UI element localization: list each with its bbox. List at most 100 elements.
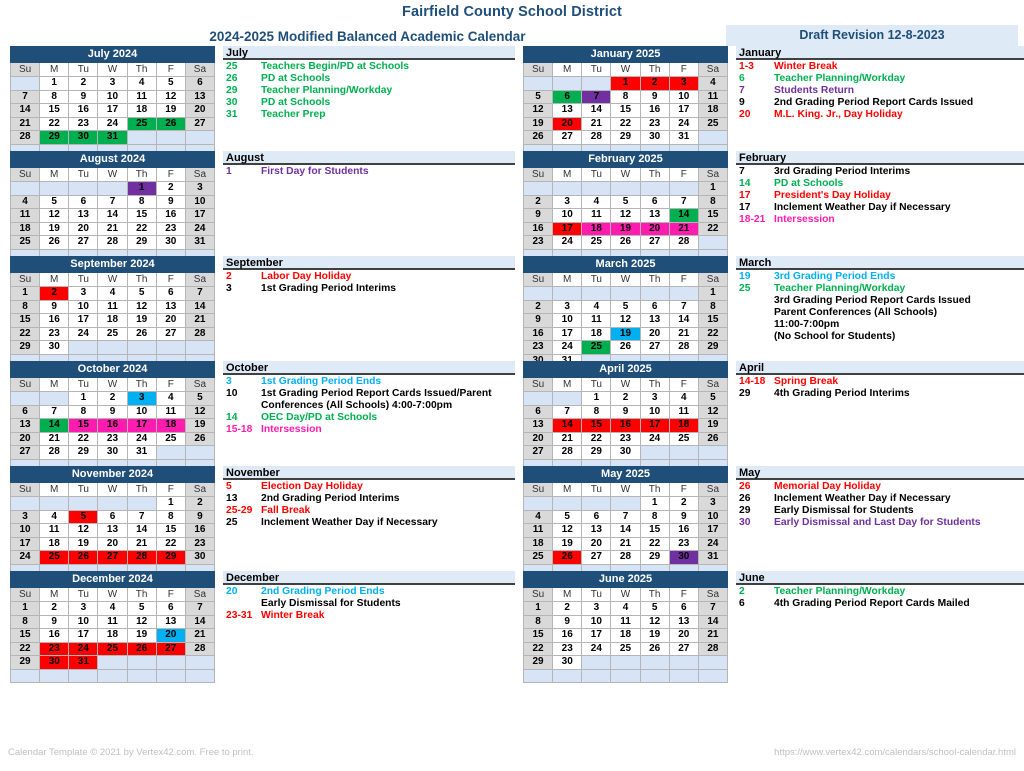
day-cell[interactable]: 5 <box>610 194 641 209</box>
day-cell[interactable]: 2 <box>184 496 216 511</box>
day-cell[interactable]: 14 <box>126 523 157 538</box>
day-cell[interactable]: 27 <box>639 340 670 355</box>
day-cell[interactable]: 6 <box>639 299 670 314</box>
day-cell[interactable]: 3 <box>552 194 583 209</box>
day-cell[interactable]: 3 <box>552 299 583 314</box>
day-cell[interactable]: 4 <box>97 286 128 301</box>
day-cell[interactable]: 17 <box>126 418 157 433</box>
day-cell[interactable]: 15 <box>126 208 157 223</box>
day-cell[interactable]: 13 <box>155 614 186 629</box>
day-cell[interactable]: 20 <box>581 536 612 551</box>
day-cell[interactable]: 19 <box>639 628 670 643</box>
day-cell[interactable]: 27 <box>522 445 554 460</box>
day-cell[interactable]: 12 <box>184 404 216 419</box>
day-cell[interactable]: 30 <box>639 130 670 145</box>
day-cell[interactable]: 25 <box>581 235 612 250</box>
day-cell[interactable]: 31 <box>184 235 216 250</box>
day-cell[interactable]: 21 <box>9 116 41 131</box>
day-cell[interactable]: 18 <box>97 628 128 643</box>
day-cell[interactable]: 29 <box>39 130 70 145</box>
day-cell[interactable]: 18 <box>155 418 186 433</box>
day-cell[interactable]: 19 <box>552 536 583 551</box>
day-cell[interactable]: 26 <box>522 130 554 145</box>
day-cell[interactable]: 18 <box>668 418 699 433</box>
day-cell[interactable]: 15 <box>581 418 612 433</box>
day-cell[interactable]: 16 <box>155 208 186 223</box>
day-cell[interactable]: 21 <box>697 628 729 643</box>
day-cell[interactable]: 2 <box>39 286 70 301</box>
day-cell[interactable]: 5 <box>39 194 70 209</box>
day-cell[interactable]: 8 <box>9 614 41 629</box>
day-cell[interactable]: 2 <box>97 391 128 406</box>
day-cell[interactable]: 3 <box>68 286 99 301</box>
day-cell[interactable]: 18 <box>610 628 641 643</box>
day-cell[interactable]: 10 <box>552 313 583 328</box>
day-cell[interactable]: 9 <box>155 194 186 209</box>
day-cell[interactable]: 24 <box>9 550 41 565</box>
day-cell[interactable]: 8 <box>39 89 70 104</box>
day-cell[interactable]: 22 <box>9 326 41 341</box>
day-cell[interactable]: 1 <box>697 181 729 196</box>
day-cell[interactable]: 11 <box>522 523 554 538</box>
day-cell[interactable]: 12 <box>639 614 670 629</box>
day-cell[interactable]: 14 <box>39 418 70 433</box>
day-cell[interactable]: 31 <box>68 655 99 670</box>
day-cell[interactable]: 4 <box>581 299 612 314</box>
day-cell[interactable]: 19 <box>610 326 641 341</box>
day-cell[interactable]: 30 <box>552 655 583 670</box>
day-cell[interactable]: 11 <box>9 208 41 223</box>
day-cell[interactable]: 27 <box>9 445 41 460</box>
day-cell[interactable]: 13 <box>639 313 670 328</box>
day-cell[interactable]: 19 <box>68 536 99 551</box>
day-cell[interactable]: 14 <box>668 208 699 223</box>
day-cell[interactable]: 19 <box>184 418 216 433</box>
day-cell[interactable]: 20 <box>639 221 670 236</box>
day-cell[interactable]: 20 <box>155 313 186 328</box>
day-cell[interactable]: 23 <box>39 326 70 341</box>
day-cell[interactable]: 4 <box>9 194 41 209</box>
day-cell[interactable]: 29 <box>9 655 41 670</box>
day-cell[interactable]: 9 <box>522 208 554 223</box>
day-cell[interactable]: 21 <box>668 326 699 341</box>
day-cell[interactable]: 30 <box>155 235 186 250</box>
day-cell[interactable]: 23 <box>668 536 699 551</box>
day-cell[interactable]: 6 <box>184 76 216 91</box>
day-cell[interactable]: 1 <box>522 601 554 616</box>
day-cell[interactable]: 19 <box>126 313 157 328</box>
day-cell[interactable]: 26 <box>68 550 99 565</box>
day-cell[interactable]: 2 <box>39 601 70 616</box>
day-cell[interactable]: 11 <box>581 313 612 328</box>
day-cell[interactable]: 11 <box>581 208 612 223</box>
day-cell[interactable]: 5 <box>126 286 157 301</box>
day-cell[interactable]: 4 <box>97 601 128 616</box>
day-cell[interactable]: 11 <box>97 614 128 629</box>
day-cell[interactable]: 26 <box>610 235 641 250</box>
day-cell[interactable]: 13 <box>9 418 41 433</box>
day-cell[interactable]: 4 <box>581 194 612 209</box>
day-cell[interactable]: 16 <box>610 418 641 433</box>
day-cell[interactable]: 5 <box>552 509 583 524</box>
day-cell[interactable]: 2 <box>668 496 699 511</box>
day-cell[interactable]: 18 <box>97 313 128 328</box>
day-cell[interactable]: 19 <box>39 221 70 236</box>
day-cell[interactable]: 25 <box>155 431 186 446</box>
day-cell[interactable]: 26 <box>126 326 157 341</box>
day-cell[interactable]: 22 <box>68 431 99 446</box>
day-cell[interactable]: 16 <box>522 221 554 236</box>
day-cell[interactable]: 28 <box>97 235 128 250</box>
day-cell[interactable]: 23 <box>522 340 554 355</box>
day-cell[interactable]: 12 <box>552 523 583 538</box>
day-cell[interactable]: 21 <box>39 431 70 446</box>
day-cell[interactable]: 17 <box>552 326 583 341</box>
day-cell[interactable]: 17 <box>552 221 583 236</box>
day-cell[interactable]: 14 <box>184 299 216 314</box>
day-cell[interactable]: 27 <box>68 235 99 250</box>
day-cell[interactable]: 26 <box>155 116 186 131</box>
day-cell[interactable]: 3 <box>581 601 612 616</box>
day-cell[interactable]: 5 <box>184 391 216 406</box>
day-cell[interactable]: 28 <box>581 130 612 145</box>
day-cell[interactable]: 26 <box>697 431 729 446</box>
day-cell[interactable]: 24 <box>552 235 583 250</box>
day-cell[interactable]: 24 <box>639 431 670 446</box>
day-cell[interactable]: 11 <box>155 404 186 419</box>
